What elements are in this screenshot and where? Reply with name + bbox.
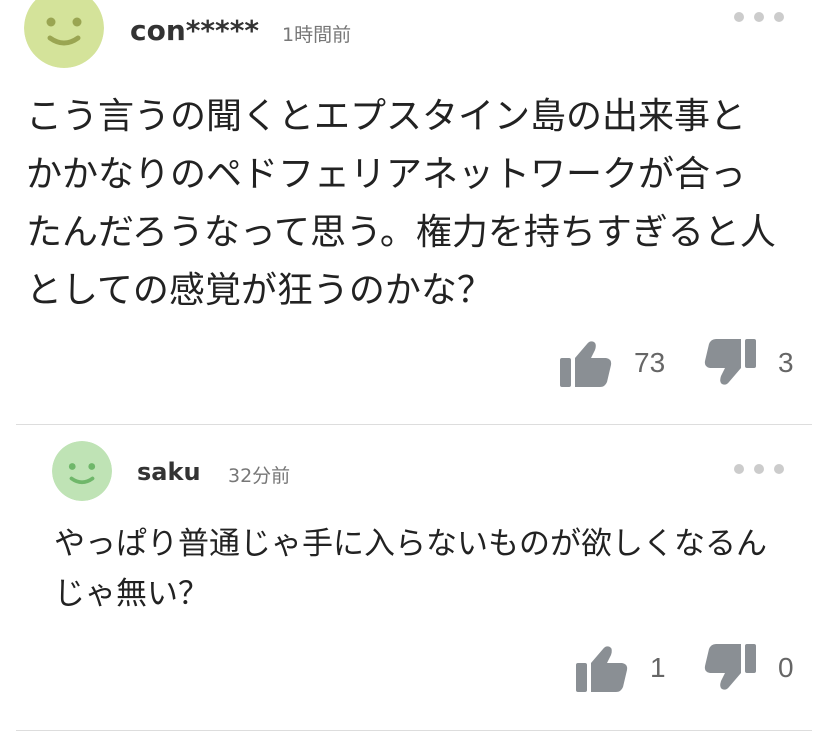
username[interactable]: con***** [130,14,259,47]
more-options-icon[interactable] [734,458,790,480]
like-count: 73 [634,347,666,378]
more-options-icon[interactable] [734,6,790,28]
comment-line: こう言うの聞くとエプスタイン島の出来事と [26,96,747,137]
thumbs-down-icon [704,644,756,690]
timestamp: 1時間前 [282,24,352,46]
avatar[interactable] [24,0,104,68]
smiley-avatar-icon [24,0,104,68]
comment-line: やっぱり普通じゃ手に入らないものが欲しくなるん [54,526,767,562]
like-button[interactable]: 73 [560,338,665,388]
comment-item: con***** 1時間前 こう言うの聞くとエプスタイン島の出来事と かかなりの… [0,0,828,424]
reply-item: saku 32分前 やっぱり普通じゃ手に入らないものが欲しくなるん じゃ無い？ … [0,425,828,730]
comment-body: やっぱり普通じゃ手に入らないものが欲しくなるん じゃ無い？ [54,519,767,619]
comment-line: かかなりのペドフェリアネットワークが合っ [26,154,747,195]
username[interactable]: saku [137,458,201,486]
comment-line: たんだろうなって思う。権力を持ちすぎると人 [26,212,776,253]
dislike-count: 0 [778,652,794,683]
thumbs-up-icon [560,341,612,387]
dislike-button[interactable]: 0 [704,643,794,693]
like-button[interactable]: 1 [576,643,666,693]
divider [16,730,812,731]
smiley-avatar-icon [52,441,112,501]
thumbs-down-icon [704,339,756,385]
thumbs-up-icon [576,646,628,692]
timestamp: 32分前 [228,465,291,487]
dislike-button[interactable]: 3 [704,338,794,388]
comment-line: じゃ無い？ [54,576,209,612]
avatar[interactable] [52,441,112,501]
comment-line: としての感覚が狂うのかな？ [26,270,493,311]
dislike-count: 3 [778,347,794,378]
like-count: 1 [650,652,666,683]
comment-body: こう言うの聞くとエプスタイン島の出来事と かかなりのペドフェリアネットワークが合… [26,88,776,320]
